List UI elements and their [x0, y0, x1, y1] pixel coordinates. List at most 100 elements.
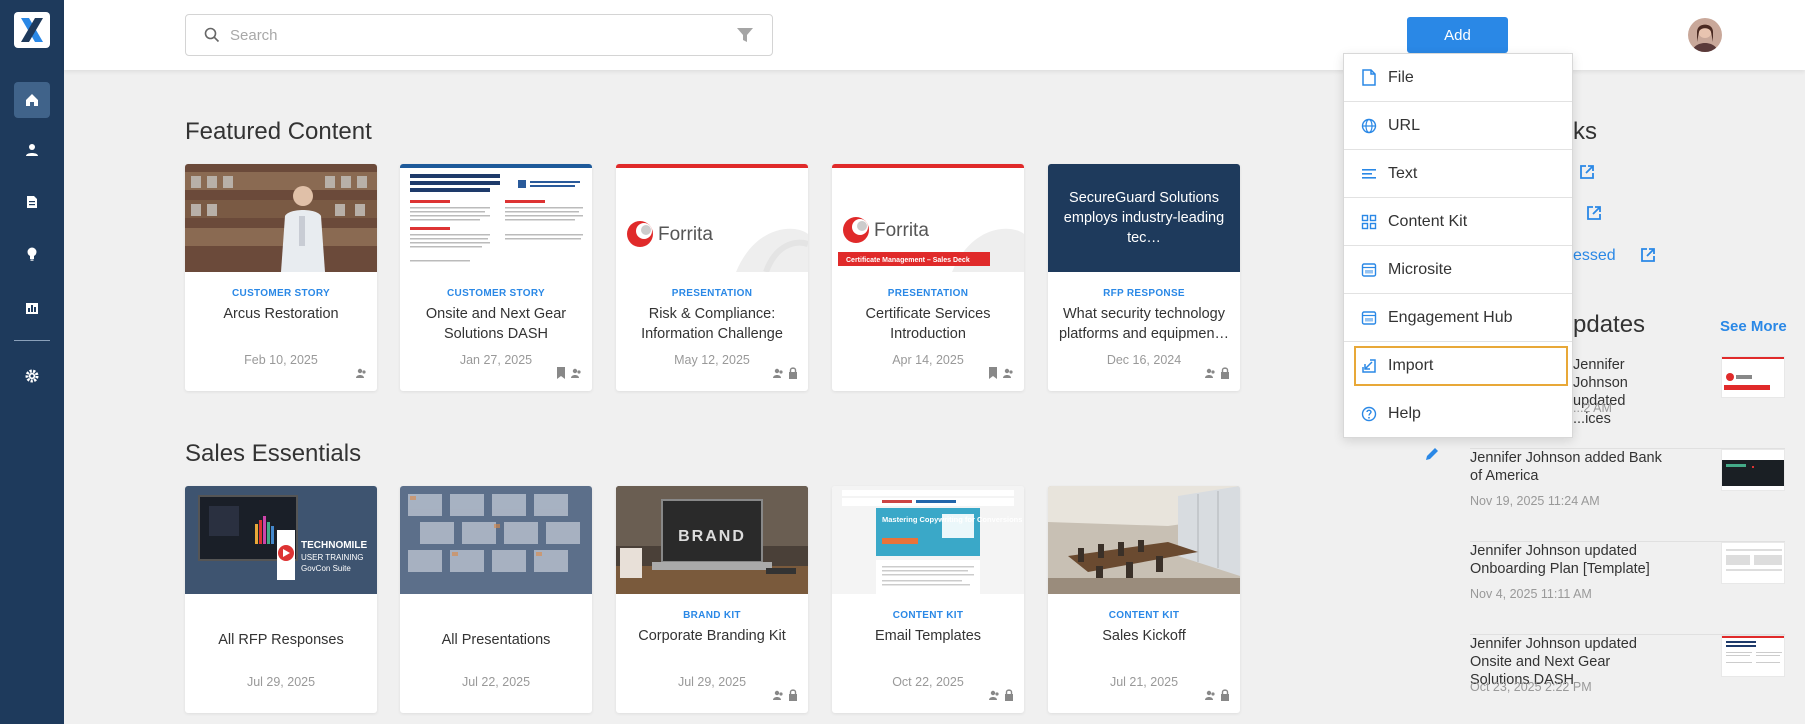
- bar-chart-icon: [26, 303, 38, 314]
- shared-users-icon: [1205, 690, 1215, 700]
- card-title: All Presentations: [441, 632, 551, 648]
- menu-item-text[interactable]: Text: [1344, 150, 1572, 198]
- card-date: Jul 22, 2025: [461, 675, 531, 689]
- content-card[interactable]: CUSTOMER STORY Arcus Restoration Feb 10,…: [185, 164, 377, 391]
- featured-title: Featured Content: [185, 118, 372, 145]
- lock-icon: [1005, 689, 1013, 701]
- cert-banner-text: Certificate Management – Sales Deck: [846, 257, 970, 264]
- home-icon: [26, 94, 38, 106]
- text-lines-icon: [1362, 168, 1376, 179]
- grid-icon: [1361, 214, 1377, 229]
- content-card[interactable]: CUSTOMER STORY Onsite and Next Gear Solu…: [400, 164, 592, 391]
- menu-item-label: URL: [1388, 116, 1421, 134]
- menu-item-label: Engagement Hub: [1388, 308, 1513, 326]
- content-card[interactable]: All Presentations Jul 22, 2025: [400, 486, 592, 713]
- filter-icon[interactable]: [736, 26, 754, 44]
- sidebar: [0, 0, 64, 724]
- card-thumbnail: TECHNOMILE USER TRAINING GovCon Suite: [185, 486, 377, 594]
- nav-home[interactable]: [14, 82, 50, 118]
- update-item[interactable]: Jennifer Johnson updated Onboarding Plan…: [1470, 542, 1785, 635]
- menu-item-engagement-hub[interactable]: Engagement Hub: [1344, 294, 1572, 342]
- quick-links-title: ks: [1573, 118, 1597, 145]
- browser-icon: [1361, 310, 1377, 325]
- external-link-icon[interactable]: [1640, 247, 1656, 263]
- lock-icon: [1221, 367, 1229, 379]
- card-thumbnail: SecureGuard Solutions employs industry-l…: [1048, 164, 1240, 272]
- content-card[interactable]: BRAND BRAND KIT Corporate Branding Kit J…: [616, 486, 808, 713]
- quick-link-text[interactable]: essed: [1573, 247, 1616, 265]
- forrita-logo-text: Forrita: [874, 220, 929, 241]
- update-date: Oct 23, 2025 2:22 PM: [1470, 680, 1592, 694]
- update-item[interactable]: Jennifer Johnson added Bank of America N…: [1470, 449, 1785, 542]
- card-title: Onsite and Next Gear Solutions DASH: [425, 306, 567, 342]
- sidebar-divider: [14, 340, 50, 341]
- card-title: Risk & Compliance: Information Challenge: [641, 306, 783, 342]
- card-date: Dec 16, 2024: [1106, 353, 1182, 367]
- document-icon: [27, 196, 37, 208]
- card-title: Email Templates: [874, 628, 982, 644]
- menu-item-import[interactable]: Import: [1354, 346, 1568, 386]
- update-text: Jennifer Johnson added Bank of America: [1470, 450, 1662, 484]
- recent-updates-title: pdates: [1573, 311, 1646, 338]
- help-circle-icon: [1361, 406, 1377, 422]
- shared-users-icon: [1003, 368, 1013, 378]
- content-card[interactable]: Mastering Copywriting for Conversions CO…: [832, 486, 1024, 713]
- card-type: CONTENT KIT: [892, 610, 964, 621]
- card-type: RFP RESPONSE: [1103, 288, 1185, 299]
- browser-icon: [1361, 262, 1377, 277]
- content-card[interactable]: CONTENT KIT Sales Kickoff Jul 21, 2025: [1048, 486, 1240, 713]
- update-item[interactable]: Jennifer Johnson updated Onsite and Next…: [1470, 635, 1785, 724]
- content-card[interactable]: Forrita Certificate Management – Sales De…: [832, 164, 1024, 391]
- menu-item-content-kit[interactable]: Content Kit: [1344, 198, 1572, 246]
- menu-item-label: Microsite: [1388, 260, 1453, 278]
- see-more-link[interactable]: See More: [1720, 318, 1787, 335]
- card-type: PRESENTATION: [887, 288, 969, 299]
- menu-item-label: File: [1388, 68, 1414, 86]
- nav-content[interactable]: [14, 184, 50, 220]
- pencil-edit-icon[interactable]: [1424, 446, 1440, 462]
- bookmark-icon: [989, 367, 997, 379]
- content-card[interactable]: TECHNOMILE USER TRAINING GovCon Suite All …: [185, 486, 377, 713]
- add-dropdown-menu: File URL Text Content Kit Microsite Enga…: [1343, 53, 1573, 438]
- file-icon: [1362, 69, 1376, 86]
- search-icon: [204, 27, 220, 43]
- shared-users-icon: [571, 368, 581, 378]
- import-icon: [1362, 359, 1376, 373]
- shared-users-icon: [989, 690, 999, 700]
- card-thumbnail: Forrita Certificate Management – Sales De…: [832, 164, 1024, 272]
- external-link-icon[interactable]: [1579, 164, 1595, 180]
- content-card[interactable]: SecureGuard Solutions employs industry-l…: [1048, 164, 1240, 391]
- nav-profile[interactable]: [14, 132, 50, 168]
- app-logo[interactable]: [14, 12, 50, 48]
- nav-settings[interactable]: [14, 358, 50, 394]
- nav-analytics[interactable]: [14, 290, 50, 326]
- card-title: Arcus Restoration: [223, 306, 339, 322]
- content-card[interactable]: Forrita PRESENTATION Risk & Compliance: …: [616, 164, 808, 391]
- update-date: Nov 19, 2025 11:24 AM: [1470, 494, 1600, 508]
- card-title: Corporate Branding Kit: [638, 628, 786, 644]
- technomile-sub-text: USER TRAINING: [301, 553, 364, 562]
- nav-insights[interactable]: [14, 236, 50, 272]
- update-thumbnail: [1721, 449, 1785, 491]
- menu-item-microsite[interactable]: Microsite: [1344, 246, 1572, 294]
- update-thumbnail: [1721, 542, 1785, 584]
- brand-screen-text: BRAND: [678, 528, 746, 545]
- card-date: May 12, 2025: [674, 353, 750, 367]
- lock-icon: [789, 689, 797, 701]
- update-date: ...2 AM: [1573, 401, 1612, 415]
- menu-item-label: Import: [1388, 357, 1434, 374]
- card-type: CUSTOMER STORY: [447, 288, 545, 299]
- user-avatar[interactable]: [1688, 18, 1722, 52]
- search-input[interactable]: [230, 23, 710, 47]
- menu-item-file[interactable]: File: [1344, 54, 1572, 102]
- menu-item-url[interactable]: URL: [1344, 102, 1572, 150]
- add-button[interactable]: Add: [1407, 17, 1508, 53]
- card-title: Certificate Services Introduction: [865, 306, 991, 342]
- rfp-thumb-text: SecureGuard Solutions employs industry-l…: [1063, 190, 1225, 246]
- lock-icon: [1221, 689, 1229, 701]
- card-date: Jul 29, 2025: [246, 675, 316, 689]
- external-link-icon[interactable]: [1586, 205, 1602, 221]
- card-thumbnail: [185, 164, 377, 272]
- menu-item-help[interactable]: Help: [1344, 390, 1572, 438]
- card-thumbnail: Forrita: [616, 164, 808, 272]
